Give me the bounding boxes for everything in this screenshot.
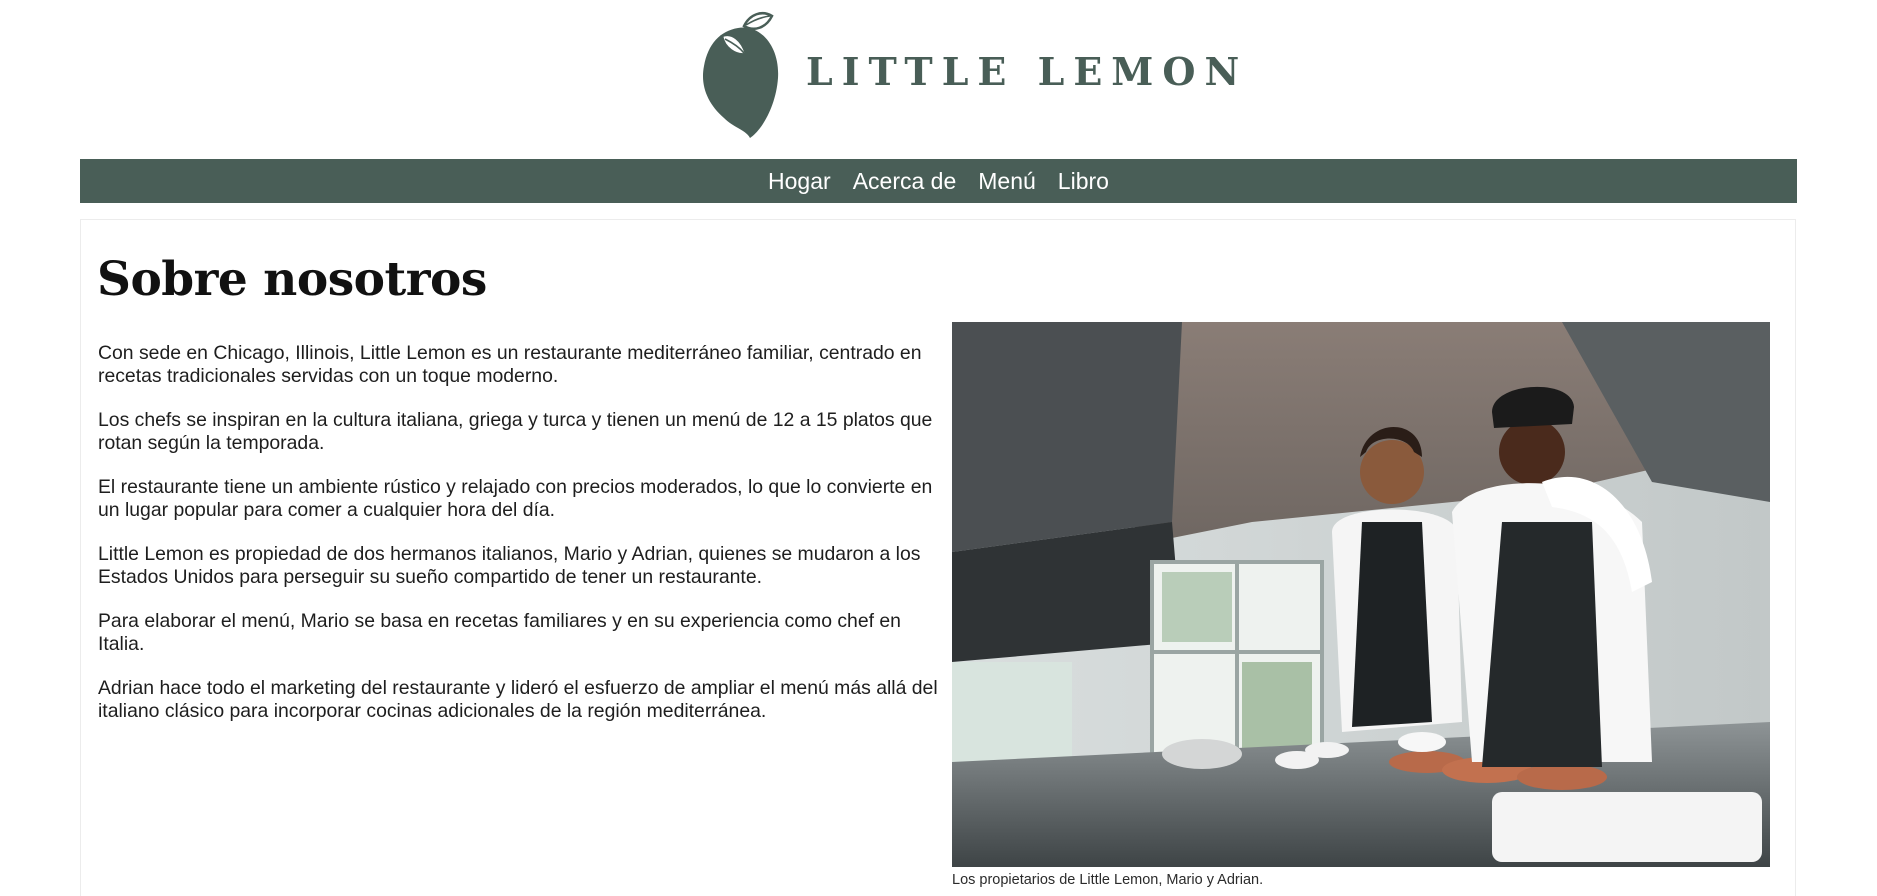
owners-figure: Los propietarios de Little Lemon, Mario … (952, 322, 1770, 888)
page-title: Sobre nosotros (97, 252, 487, 307)
owners-photo (952, 322, 1770, 867)
nav-link-menu[interactable]: Menú (978, 168, 1036, 195)
main-nav: Hogar Acerca de Menú Libro (80, 159, 1797, 203)
about-text: Con sede en Chicago, Illinois, Little Le… (98, 342, 943, 744)
nav-link-acerca-de[interactable]: Acerca de (853, 168, 957, 195)
photo-caption: Los propietarios de Little Lemon, Mario … (952, 872, 1264, 888)
page: LITTLE LEMON Hogar Acerca de Menú Libro … (0, 0, 1877, 896)
about-paragraph: Con sede en Chicago, Illinois, Little Le… (98, 342, 922, 387)
about-paragraph: Little Lemon es propiedad de dos hermano… (98, 543, 921, 588)
nav-link-hogar[interactable]: Hogar (768, 168, 831, 195)
lemon-icon (700, 6, 780, 140)
nav-link-libro[interactable]: Libro (1058, 168, 1109, 195)
brand-name: LITTLE LEMON (806, 48, 1249, 94)
about-paragraph: Adrian hace todo el marketing del restau… (98, 677, 938, 722)
about-section: Sobre nosotros Con sede en Chicago, Illi… (80, 219, 1796, 896)
about-paragraph: Los chefs se inspiran en la cultura ital… (98, 409, 933, 454)
site-logo[interactable]: LITTLE LEMON (700, 6, 1248, 140)
about-paragraph: El restaurante tiene un ambiente rústico… (98, 476, 933, 521)
about-paragraph: Para elaborar el menú, Mario se basa en … (98, 610, 901, 655)
